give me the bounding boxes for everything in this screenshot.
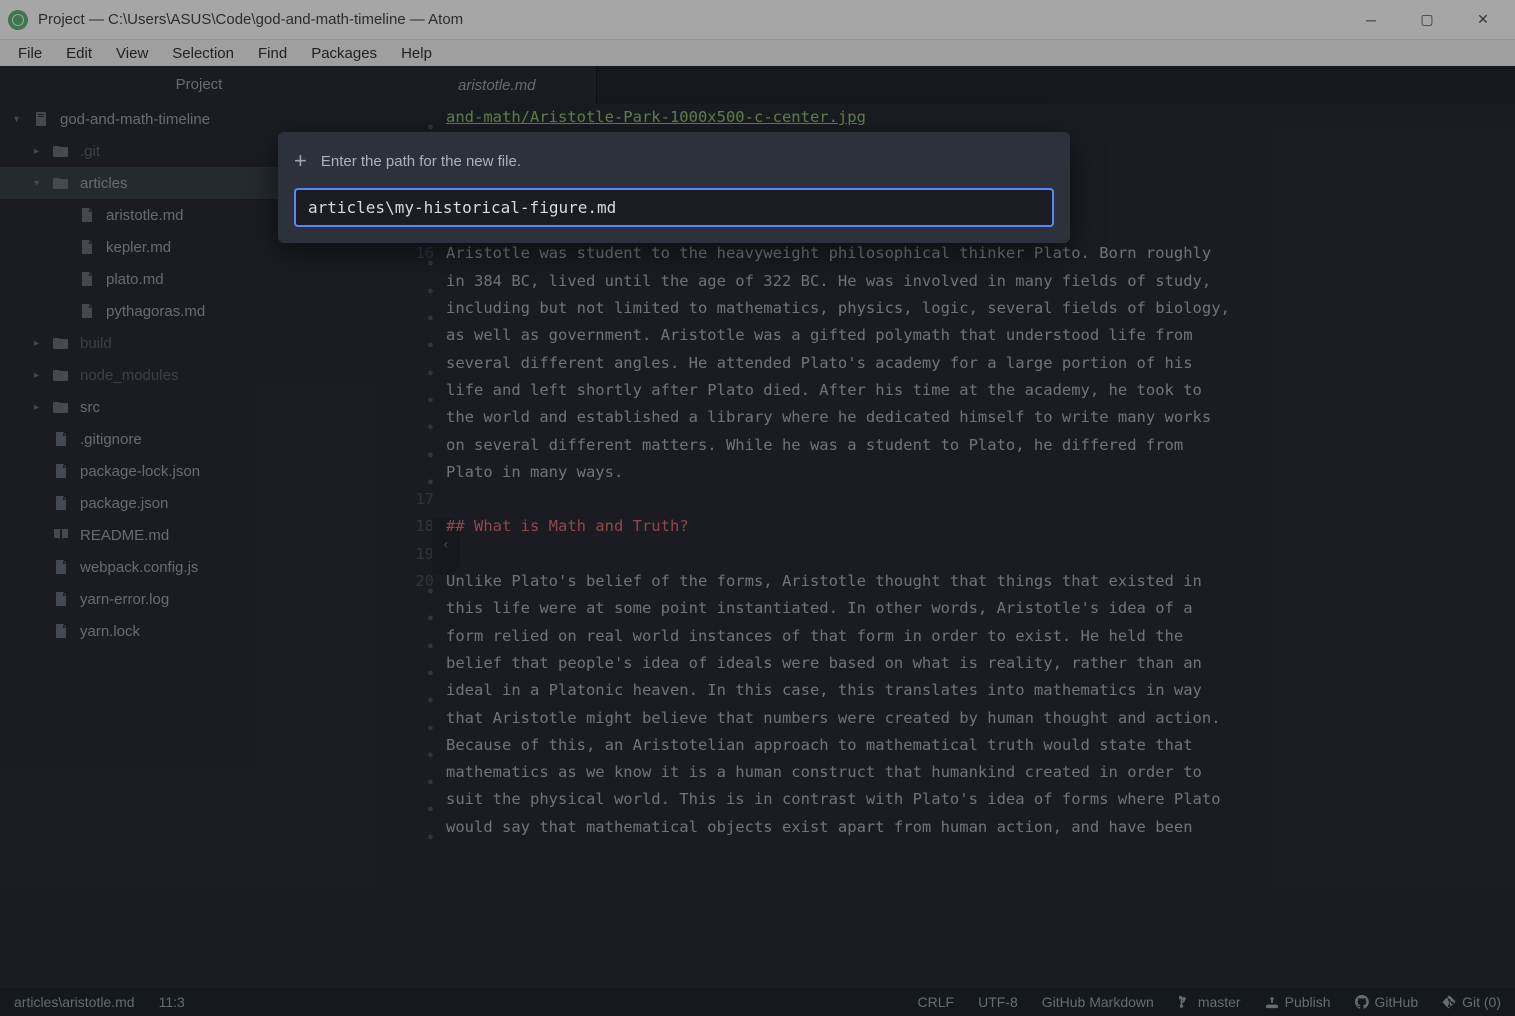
new-file-modal: + Enter the path for the new file. bbox=[278, 132, 1070, 243]
new-file-path-input[interactable] bbox=[294, 188, 1054, 227]
plus-icon: + bbox=[294, 148, 307, 174]
modal-prompt: Enter the path for the new file. bbox=[321, 153, 521, 170]
